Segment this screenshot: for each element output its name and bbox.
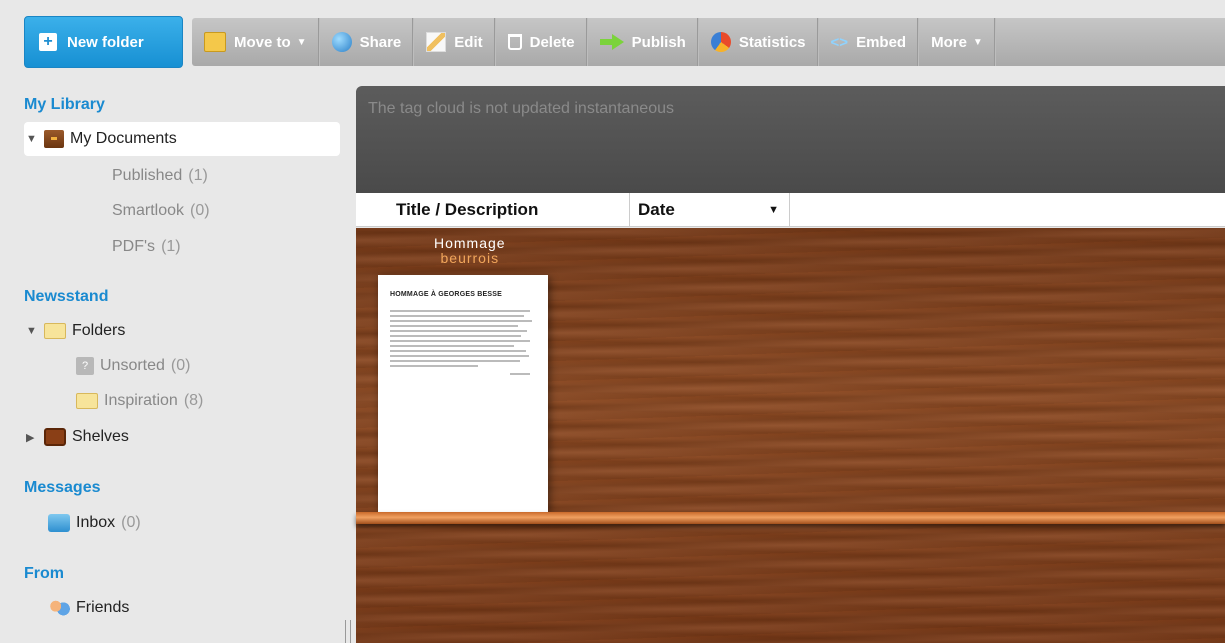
inbox-count: (0) [121,514,141,531]
embed-button[interactable]: <> Embed [819,18,920,66]
statistics-button[interactable]: Statistics [699,18,819,66]
sidebar-item-smartlook[interactable]: Smartlook (0) [112,194,210,228]
briefcase-icon [44,130,64,148]
sidebar: My Library ▼ My Documents Published (1) … [0,86,356,643]
embed-label: Embed [856,33,907,51]
publish-label: Publish [631,33,686,51]
chevron-down-icon: ▼ [296,36,307,48]
column-title-description[interactable]: Title / Description [356,193,630,226]
sidebar-item-published[interactable]: Published (1) [112,159,208,193]
document-text-block [390,310,536,375]
sidebar-item-shelves[interactable]: ▶ Shelves [24,420,129,454]
published-label: Published [112,167,183,184]
document-title: Hommage [434,235,506,251]
section-title-messages: Messages [24,479,101,496]
inspiration-label: Inspiration [104,392,178,409]
shelf-board [356,512,1225,524]
triangle-down-icon[interactable]: ▼ [26,325,38,337]
sidebar-item-friends[interactable]: Friends [48,591,129,625]
column-date[interactable]: Date ▼ [630,193,790,226]
friends-label: Friends [76,599,130,616]
sidebar-item-pdfs[interactable]: PDF's (1) [112,230,181,264]
document-author: beurrois [440,250,500,266]
published-count: (1) [188,167,208,184]
delete-label: Delete [529,33,575,51]
document-cover-heading: HOMMAGE À GEORGES BESSE [390,291,502,298]
folder-move-icon [204,32,226,52]
unsorted-label: Unsorted [100,357,165,374]
sidebar-item-folders[interactable]: ▼ Folders [24,314,125,348]
plus-icon: + [39,33,57,51]
tag-cloud-notice: The tag cloud is not updated instantaneo… [356,86,1225,193]
sidebar-item-my-documents[interactable]: ▼ My Documents [24,122,340,156]
notice-text: The tag cloud is not updated instantaneo… [368,100,674,117]
unsorted-count: (0) [170,357,191,374]
triangle-right-icon[interactable]: ▶ [26,431,38,444]
share-button[interactable]: Share [320,18,415,66]
shelves-label: Shelves [72,428,129,445]
share-label: Share [359,33,402,51]
pie-chart-icon [710,32,731,52]
question-folder-icon: ? [76,357,94,375]
smartlook-label: Smartlook [112,202,185,219]
document-thumbnail[interactable]: HOMMAGE À GEORGES BESSE [378,275,548,513]
shelf-icon [44,428,66,446]
smartlook-count: (0) [190,202,210,219]
new-folder-button[interactable]: + New folder [24,16,183,68]
new-folder-label: New folder [67,33,144,51]
more-button[interactable]: More ▼ [919,18,996,66]
friends-icon [48,599,70,617]
folders-label: Folders [72,322,126,339]
column-title-label: Title / Description [396,199,539,219]
sidebar-item-inspiration[interactable]: Inspiration (8) [76,384,203,418]
globe-icon [331,32,352,52]
column-date-label: Date [638,199,675,219]
folder-icon [44,323,66,339]
section-title-from: From [24,565,64,582]
inbox-label: Inbox [76,514,116,531]
delete-button[interactable]: Delete [496,18,588,66]
sidebar-resize-handle[interactable] [345,620,351,643]
sort-down-icon[interactable]: ▼ [768,204,779,216]
pencil-icon [426,32,447,52]
sidebar-item-unsorted[interactable]: ? Unsorted (0) [76,349,190,383]
main-panel: The tag cloud is not updated instantaneo… [356,86,1225,643]
toolbar: + New folder Move to ▼ Share Edit Delete… [24,16,1225,68]
move-to-label: Move to [234,33,291,51]
sidebar-item-inbox[interactable]: Inbox (0) [48,506,141,540]
folder-icon [76,393,98,409]
code-icon: <> [830,33,849,51]
move-to-button[interactable]: Move to ▼ [192,18,320,66]
mailbox-icon [48,514,70,532]
pdfs-count: (1) [161,238,181,255]
edit-label: Edit [454,33,483,51]
publish-button[interactable]: Publish [588,18,699,66]
section-title-my-library: My Library [24,96,105,113]
edit-button[interactable]: Edit [414,18,496,66]
section-title-newsstand: Newsstand [24,288,109,305]
my-documents-label: My Documents [70,130,177,147]
pdfs-label: PDF's [112,238,156,255]
bookshelf: Hommage beurrois HOMMAGE À GEORGES BESSE [356,228,1225,643]
column-header: Title / Description Date ▼ [356,193,1225,227]
inspiration-count: (8) [183,392,204,409]
triangle-down-icon[interactable]: ▼ [26,133,38,145]
chevron-down-icon: ▼ [972,36,983,48]
statistics-label: Statistics [738,33,806,51]
arrow-right-icon [599,34,624,50]
more-label: More [931,33,967,51]
action-bar: Move to ▼ Share Edit Delete Publish Stat… [192,18,1225,66]
document-caption[interactable]: Hommage beurrois [434,236,506,266]
trash-icon [507,34,522,50]
